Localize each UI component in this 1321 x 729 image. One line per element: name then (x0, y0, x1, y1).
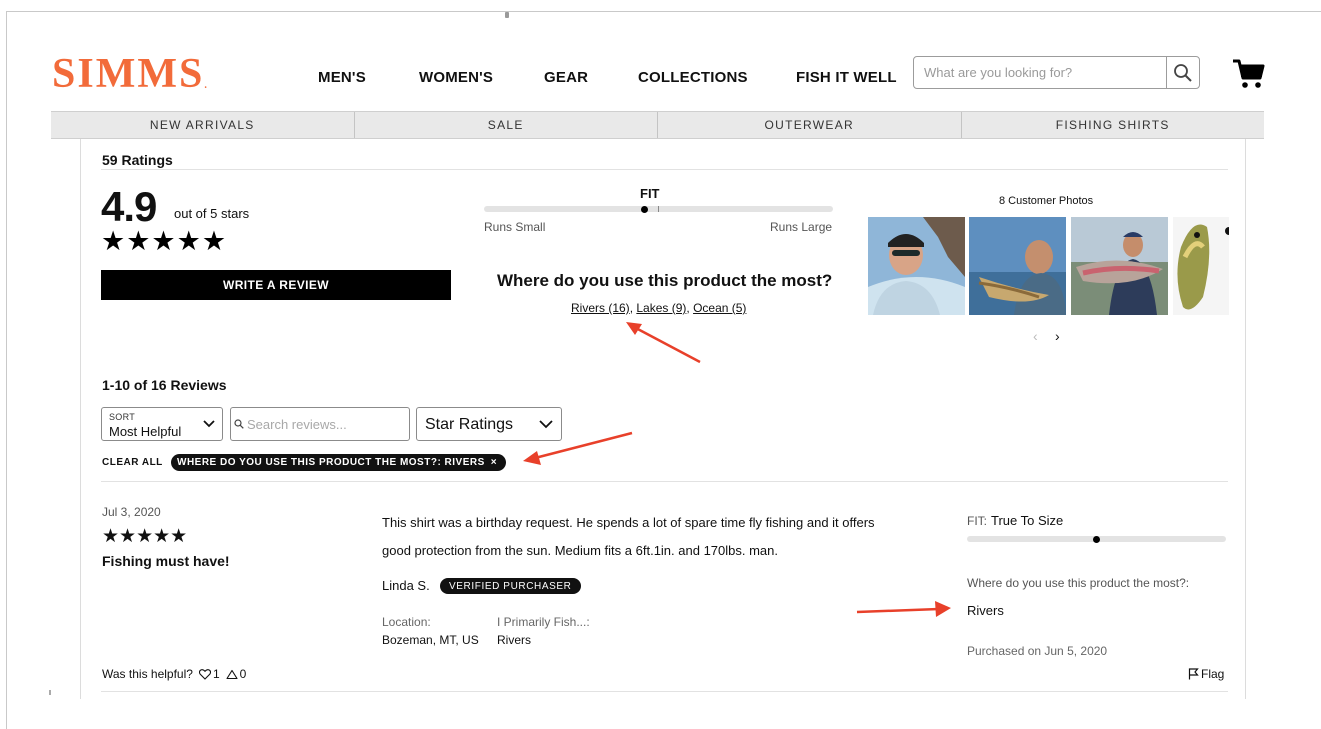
location-value: Bozeman, MT, US (382, 633, 479, 647)
divider (101, 691, 1228, 692)
where-option-ocean[interactable]: Ocean (5) (693, 301, 746, 315)
flag-icon (1188, 668, 1199, 680)
review-search (230, 407, 410, 441)
location-label: Location: (382, 615, 431, 629)
cart-button[interactable] (1231, 58, 1265, 90)
review-search-input[interactable] (247, 408, 407, 440)
customer-photos-carousel (868, 217, 1229, 315)
star-ratings-select[interactable]: Star Ratings (416, 407, 562, 441)
verified-purchaser-badge: VERIFIED PURCHASER (440, 578, 581, 594)
review-where-question: Where do you use this product the most?: (967, 576, 1190, 590)
subnav-fishing-shirts[interactable]: FISHING SHIRTS (962, 112, 1265, 138)
annotation-arrow-icon (856, 601, 951, 617)
nav-mens[interactable]: MEN'S (318, 69, 366, 86)
nav-collections[interactable]: COLLECTIONS (638, 69, 748, 86)
search-icon (234, 419, 244, 429)
primarily-fish-label: I Primarily Fish...: (497, 615, 590, 629)
write-review-button[interactable]: WRITE A REVIEW (101, 270, 451, 300)
subnav-sale[interactable]: SALE (355, 112, 658, 138)
review-body-line: good protection from the sun. Medium fit… (382, 543, 778, 558)
customer-photo-4[interactable] (1173, 217, 1229, 315)
out-of-label: out of 5 stars (174, 206, 250, 221)
helpful-label: Was this helpful? (102, 667, 193, 681)
customer-photo-3[interactable] (1071, 217, 1168, 315)
where-option-lakes[interactable]: Lakes (9) (636, 301, 686, 315)
site-search-input[interactable] (914, 57, 1167, 88)
annotation-arrow-icon (626, 322, 701, 364)
helpful-yes-button[interactable]: 1 (198, 667, 220, 681)
site-search (913, 56, 1200, 89)
nav-gear[interactable]: GEAR (544, 69, 588, 86)
divider (101, 169, 1228, 170)
frame-notch (505, 12, 509, 18)
review-body: This shirt was a birthday request. He sp… (382, 509, 922, 565)
review-title: Fishing must have! (102, 553, 230, 569)
purchase-date: Purchased on Jun 5, 2020 (967, 644, 1108, 658)
flag-label: Flag (1201, 667, 1225, 681)
active-filter-label: WHERE DO YOU USE THIS PRODUCT THE MOST?:… (177, 457, 485, 468)
customer-photo-2[interactable] (969, 217, 1066, 315)
sort-select[interactable]: SORT Most Helpful (101, 407, 223, 441)
panel-right-border (1245, 139, 1246, 699)
helpful-no-button[interactable]: 0 (226, 667, 247, 681)
average-rating: 4.9 (101, 183, 157, 230)
heart-icon (198, 668, 211, 680)
review-stars: ★★★★★ (102, 526, 188, 547)
cart-icon (1233, 59, 1265, 88)
primarily-fish-value: Rivers (497, 633, 532, 647)
fit-scale (484, 205, 833, 213)
close-icon[interactable]: × (491, 457, 497, 468)
fit-midpoint (658, 206, 659, 212)
helpful-no-count: 0 (239, 667, 247, 681)
fit-runs-large: Runs Large (770, 220, 833, 234)
star-ratings-label: Star Ratings (425, 416, 514, 433)
where-option-rivers[interactable]: Rivers (16) (571, 301, 630, 315)
customer-photo-1[interactable] (868, 217, 965, 315)
review-where-answer: Rivers (967, 603, 1004, 618)
review-fit-scale (967, 535, 1226, 543)
sort-label: SORT (109, 412, 136, 422)
nav-fish-it-well[interactable]: FISH IT WELL (796, 69, 897, 86)
thumbs-down-icon (226, 669, 238, 679)
corner-mark (49, 690, 51, 695)
review-author: Linda S. (382, 578, 430, 593)
sub-navigation: NEW ARRIVALS SALE OUTERWEAR FISHING SHIR… (51, 111, 1264, 139)
subnav-new-arrivals[interactable]: NEW ARRIVALS (51, 112, 355, 138)
review-fit-value: True To Size (991, 513, 1064, 528)
subnav-outerwear[interactable]: OUTERWEAR (658, 112, 962, 138)
average-stars: ★★★★★ (101, 226, 228, 256)
magnifier-icon (1174, 63, 1192, 82)
sort-value: Most Helpful (109, 424, 182, 439)
fit-indicator (641, 205, 649, 213)
simms-logo[interactable]: SIMMS. (52, 50, 207, 98)
where-options: Rivers (16), Lakes (9), Ocean (5) (571, 301, 746, 315)
review-fit-label: FIT: (967, 514, 987, 528)
review-body-line: This shirt was a birthday request. He sp… (382, 515, 875, 530)
search-button[interactable] (1166, 57, 1199, 88)
helpful-yes-count: 1 (212, 667, 220, 681)
active-filter-chip[interactable]: WHERE DO YOU USE THIS PRODUCT THE MOST?:… (171, 454, 507, 471)
flag-button[interactable]: Flag (1188, 667, 1224, 681)
review-date: Jul 3, 2020 (102, 505, 161, 519)
nav-womens[interactable]: WOMEN'S (419, 69, 493, 86)
clear-all-button[interactable]: CLEAR ALL (102, 457, 163, 468)
chevron-down-icon (203, 420, 215, 428)
chevron-down-icon (539, 420, 553, 429)
where-question: Where do you use this product the most? (497, 271, 833, 290)
helpful-votes: Was this helpful? 1 0 (102, 667, 246, 681)
reviews-count: 1-10 of 16 Reviews (102, 377, 227, 393)
photos-prev-button[interactable]: ‹ (1033, 328, 1038, 344)
ratings-count: 59 Ratings (102, 152, 173, 168)
fit-runs-small: Runs Small (484, 220, 546, 234)
customer-photos-title: 8 Customer Photos (999, 195, 1094, 207)
panel-left-border (80, 139, 81, 699)
photos-next-button[interactable]: › (1055, 328, 1060, 344)
divider (101, 481, 1228, 482)
fit-title: FIT (640, 186, 660, 201)
review-fit-indicator (1093, 535, 1100, 543)
